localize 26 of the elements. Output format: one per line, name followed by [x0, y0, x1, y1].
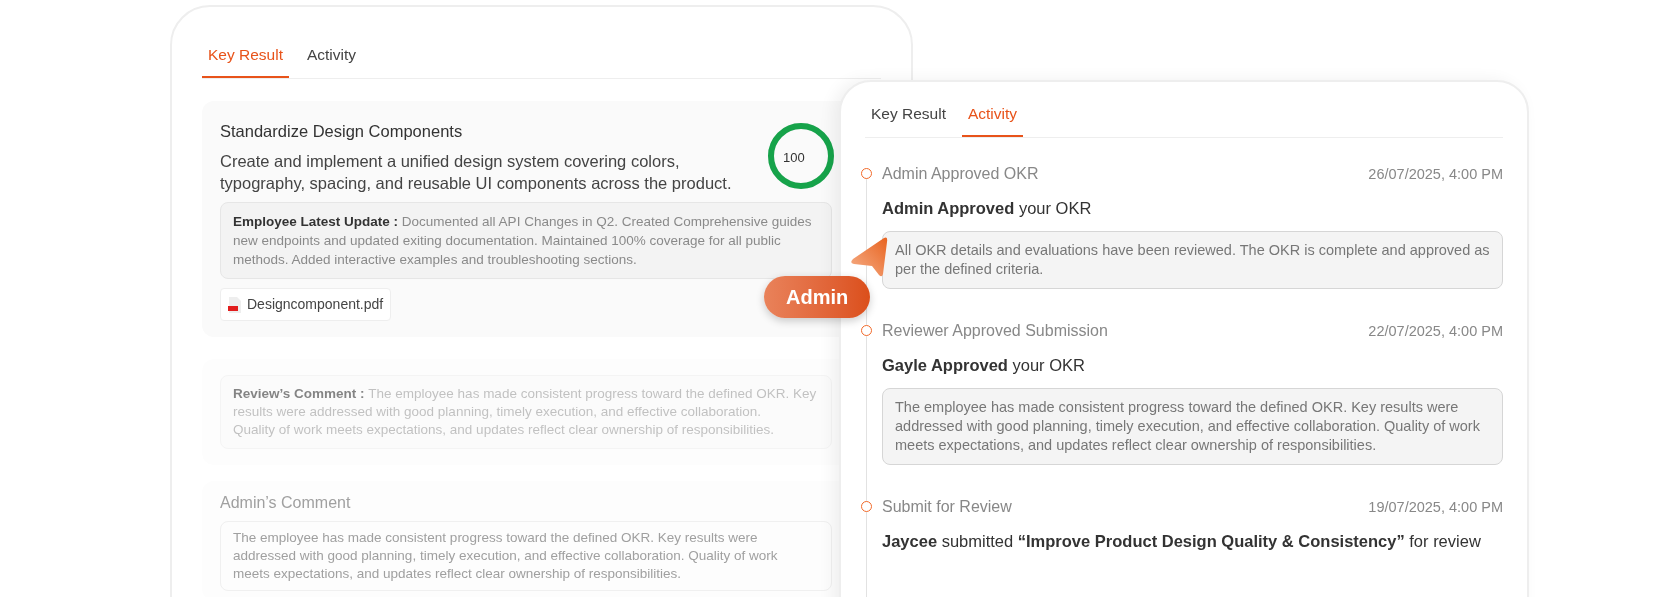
activity-date: 19/07/2025, 4:00 PM: [1368, 497, 1503, 517]
attachment-chip[interactable]: Designcomponent.pdf: [220, 288, 392, 321]
tab[interactable]: Activity: [961, 102, 1024, 138]
activity-title: Reviewer Approved Submission: [882, 321, 1108, 341]
activity-title: Admin Approved OKR: [882, 164, 1039, 185]
progress-value: 100: [783, 149, 805, 168]
activity-date: 22/07/2025, 4:00 PM: [1368, 322, 1503, 341]
pdf-file-icon: [228, 296, 241, 313]
admin-comment-title: Admin’s Comment: [220, 493, 351, 513]
activity-message: Jaycee submitted “Improve Product Design Quality & Consistency” for review: [882, 530, 1482, 552]
activity-message: Gayle Approved your OKR: [882, 355, 1086, 376]
activity-message: Admin Approved your OKR: [882, 198, 1093, 220]
activity-comment: All OKR details and evaluations have been reviewed. The OKR is complete and approved as per the defined criteria.: [895, 241, 1490, 279]
key-result-title: Standardize Design Components: [220, 121, 464, 143]
key-result-description: Create and implement a unified design system covering colors, typography, spacing, and reusable UI components across the product.: [220, 151, 733, 194]
activity-date: 26/07/2025, 4:00 PM: [1368, 165, 1503, 185]
cursor-arrow-icon: [848, 236, 888, 278]
tab[interactable]: Key Result: [202, 43, 289, 79]
cursor-label: Admin: [764, 276, 871, 318]
tab[interactable]: Activity: [300, 43, 363, 79]
activity-title: Submit for Review: [882, 496, 1012, 517]
review-comment-text: Review’s Comment : The employee has made consistent progress toward the defined OKR. Key results were addressed with good planning, timely execution, and effective collaboration. Quality of work meets expectations, and updates reflect clear ownership of responsibilities.: [233, 385, 818, 439]
tab[interactable]: Key Result: [865, 102, 952, 138]
admin-comment-text: The employee has made consistent progress toward the defined OKR. Key results were addressed with good planning, timely execution, and effective collaboration. Quality of work meets expectations, and updates reflect clear ownership of responsibilities.: [233, 529, 779, 583]
employee-update-text: Employee Latest Update : Documented all API Changes in Q2. Created Comprehensive guides new endpoints and updated exiting documentation. Maintained 100% coverage for all public methods. Added interactive examples and troubleshooting sections.: [233, 213, 813, 269]
activity-comment: The employee has made consistent progress toward the defined OKR. Key results were addressed with good planning, timely execution, and effective collaboration. Quality of work meets expectations, and updates reflect clear ownership of responsibilities.: [895, 397, 1481, 455]
